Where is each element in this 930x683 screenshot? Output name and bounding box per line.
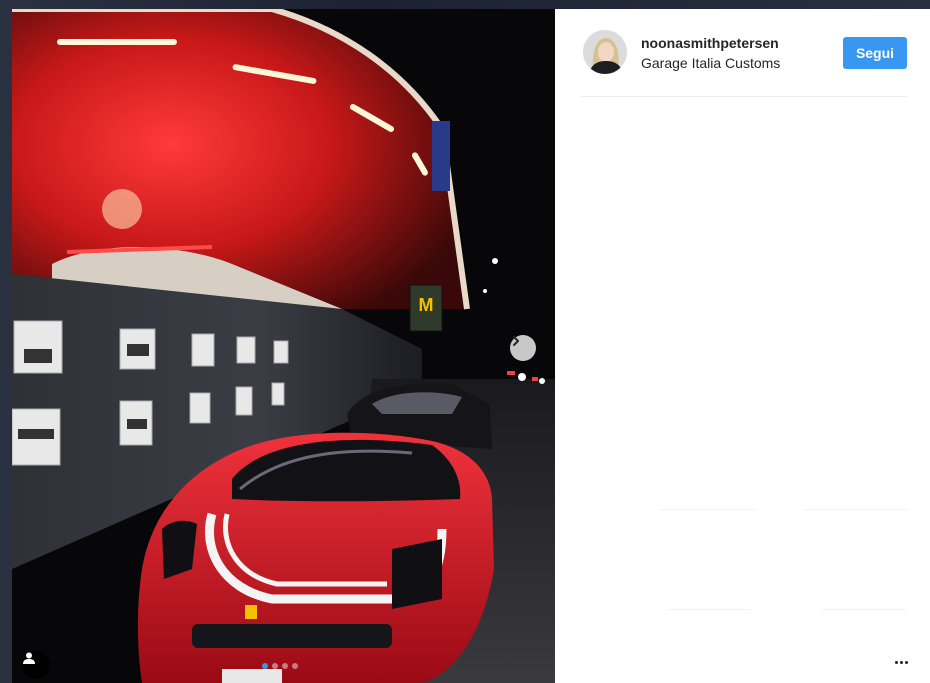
- avatar[interactable]: [583, 30, 627, 74]
- username-link[interactable]: noonasmithpetersen: [641, 35, 779, 51]
- carousel-indicator: [262, 663, 298, 669]
- location-link[interactable]: Garage Italia Customs: [641, 55, 780, 71]
- divider: [659, 509, 755, 510]
- sign-letter: M: [419, 295, 434, 315]
- post-photo[interactable]: M: [12, 9, 555, 683]
- chevron-right-icon: [513, 336, 519, 346]
- divider: [821, 609, 907, 610]
- next-photo-button[interactable]: [510, 335, 536, 361]
- divider: [803, 509, 907, 510]
- photo-scene: M: [12, 9, 555, 683]
- follow-button[interactable]: Segui: [843, 37, 907, 69]
- carousel-dot: [272, 663, 278, 669]
- post-side-panel: noonasmithpetersen Garage Italia Customs…: [555, 9, 930, 683]
- post-header: noonasmithpetersen Garage Italia Customs…: [581, 9, 907, 97]
- user-icon: [23, 652, 35, 664]
- carousel-dot: [292, 663, 298, 669]
- more-options-icon: [894, 660, 898, 664]
- carousel-dot: [282, 663, 288, 669]
- carousel-dot-active: [262, 663, 268, 669]
- avatar-image: [583, 30, 627, 74]
- more-options-button[interactable]: [889, 655, 913, 669]
- post-modal: M noonasmithpetersen Garage Italia Custo…: [12, 9, 930, 683]
- tagged-users-button[interactable]: [22, 651, 50, 679]
- divider: [667, 609, 751, 610]
